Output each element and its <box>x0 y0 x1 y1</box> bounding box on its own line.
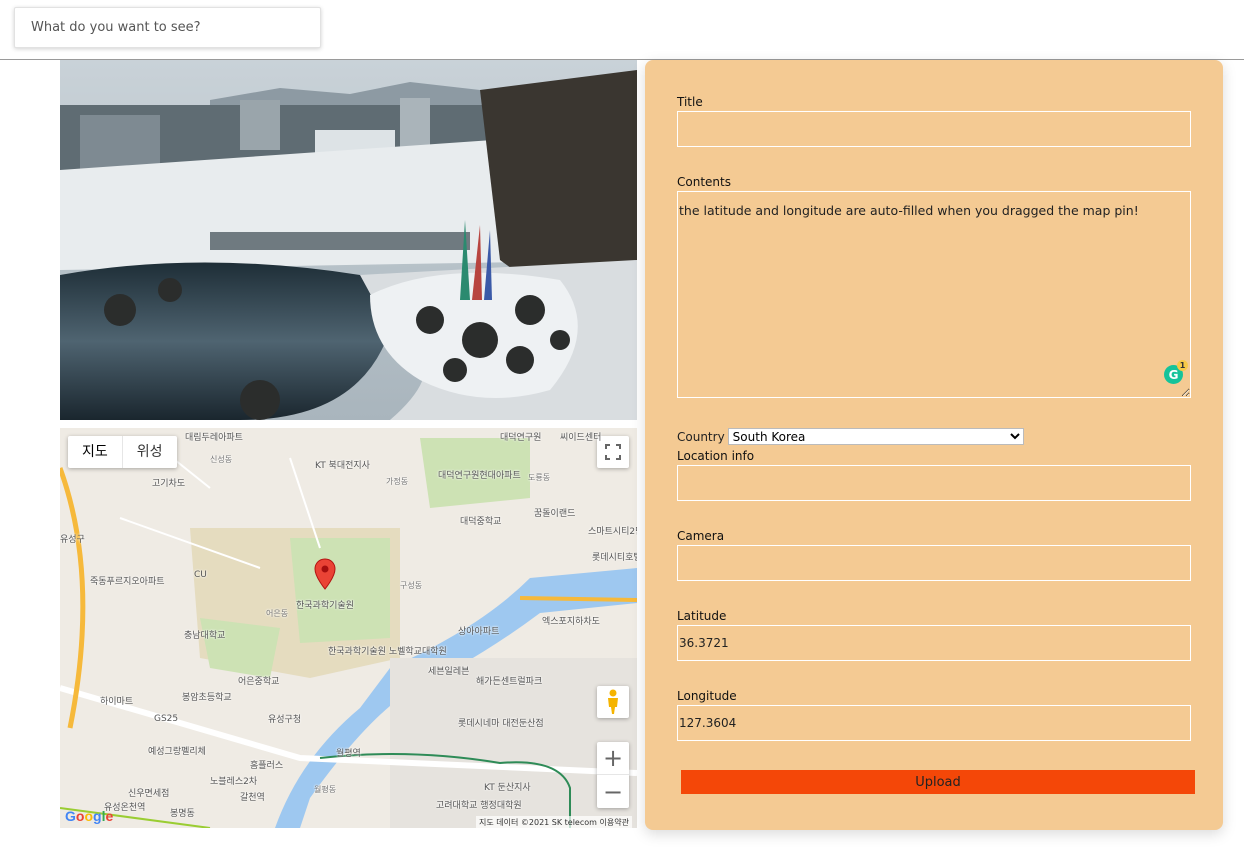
camera-label: Camera <box>677 529 725 543</box>
map-label: 봉명동 <box>170 809 195 819</box>
country-row: Country South Korea <box>677 428 1024 445</box>
fullscreen-button[interactable] <box>597 436 629 468</box>
map-label: 꿈돌이랜드 <box>534 509 576 519</box>
map-label: 도룡동 <box>528 473 551 482</box>
camera-input[interactable] <box>677 545 1191 581</box>
map-type-satellite-button[interactable]: 위성 <box>123 436 177 468</box>
map-label: 월평역 <box>336 749 361 759</box>
map-label: 홈플러스 <box>250 761 284 771</box>
map-label: 상아아파트 <box>458 627 500 637</box>
map-label: 예성그랑펠리체 <box>148 747 206 757</box>
map-attribution[interactable]: 지도 데이터 ©2021 SK telecom 이용약관 <box>476 816 632 828</box>
contents-textarea[interactable]: the latitude and longitude are auto-fill… <box>677 191 1191 398</box>
map-label: 해가든센트럴파크 <box>476 677 543 687</box>
map-label: 가정동 <box>386 477 409 486</box>
map-tiles <box>60 428 637 828</box>
map-view[interactable]: 지도 위성 + − 대림두레아파트 KT 북대전지사 대덕연구원 씨이드센터 신… <box>60 428 637 828</box>
upload-form-panel: Title Contents the latitude and longitud… <box>645 60 1223 830</box>
map-label: 한국과학기술원 노벨학교대학원 <box>328 647 447 657</box>
map-label: 노블레스2차 <box>210 777 258 787</box>
longitude-label: Longitude <box>677 689 737 703</box>
map-label: KT 둔산지사 <box>484 783 531 793</box>
map-label: 고려대학교 행정대학원 <box>436 801 522 811</box>
map-label: 고기차도 <box>152 479 186 489</box>
zoom-out-button[interactable]: − <box>597 775 629 808</box>
country-select[interactable]: South Korea <box>727 428 1024 445</box>
map-label: 엑스포지하차도 <box>542 617 600 627</box>
map-label: 갈천역 <box>240 793 265 803</box>
map-label: 한국과학기술원 <box>296 601 354 611</box>
map-label: CU <box>194 570 207 580</box>
latitude-input[interactable] <box>677 625 1191 661</box>
map-label: 하이마트 <box>100 697 134 707</box>
map-type-toggle: 지도 위성 <box>68 436 177 468</box>
zoom-control: + − <box>597 742 629 808</box>
map-label: 월평동 <box>314 785 337 794</box>
map-label: 유성구 <box>60 535 85 545</box>
map-label: 롯데시티호텔 <box>592 553 637 563</box>
map-label: 세븐일레븐 <box>428 667 470 677</box>
map-label: 어은동 <box>266 609 289 618</box>
campus-winter-photo <box>60 60 637 420</box>
latitude-label: Latitude <box>677 609 727 623</box>
location-info-input[interactable] <box>677 465 1191 501</box>
search-input[interactable] <box>14 7 321 48</box>
location-info-label: Location info <box>677 449 755 463</box>
map-label: GS25 <box>154 714 179 724</box>
grammarly-count-badge: 1 <box>1177 360 1188 371</box>
map-label: 유성구청 <box>268 715 302 725</box>
map-label: 대덕중학교 <box>460 517 502 527</box>
map-label: 대덕연구원현대아파트 <box>438 471 521 481</box>
contents-label: Contents <box>677 175 731 189</box>
map-label: 신우면세점 <box>128 789 170 799</box>
map-type-map-button[interactable]: 지도 <box>68 436 123 468</box>
title-input[interactable] <box>677 111 1191 147</box>
google-logo: Google <box>65 808 114 824</box>
street-view-button[interactable] <box>597 686 629 718</box>
photo-preview <box>60 60 637 420</box>
map-label: 충남대학교 <box>184 631 226 641</box>
map-label: KT 북대전지사 <box>315 461 370 471</box>
top-bar <box>0 0 1244 60</box>
grammarly-icon[interactable]: G1 <box>1164 360 1188 384</box>
map-label: 롯데시네마 대전둔산점 <box>458 719 544 729</box>
map-label: 대덕연구원 <box>500 433 542 443</box>
street-view-icon <box>608 689 618 714</box>
map-label: 대림두레아파트 <box>185 433 243 443</box>
zoom-in-button[interactable]: + <box>597 742 629 775</box>
map-label: 어은중학교 <box>238 677 280 687</box>
fullscreen-icon <box>605 444 621 460</box>
map-label: 신성동 <box>210 455 233 464</box>
title-label: Title <box>677 95 703 109</box>
country-label: Country <box>677 429 725 444</box>
map-label: 죽동푸르지오아파트 <box>90 577 165 587</box>
longitude-input[interactable] <box>677 705 1191 741</box>
map-label: 씨이드센터 <box>560 433 602 443</box>
map-label: 스마트시티2단지 <box>588 527 637 537</box>
map-label: 봉암초등학교 <box>182 693 232 703</box>
map-pin-icon[interactable] <box>314 558 336 590</box>
upload-button[interactable]: Upload <box>681 770 1195 794</box>
map-label: 구성동 <box>400 581 423 590</box>
